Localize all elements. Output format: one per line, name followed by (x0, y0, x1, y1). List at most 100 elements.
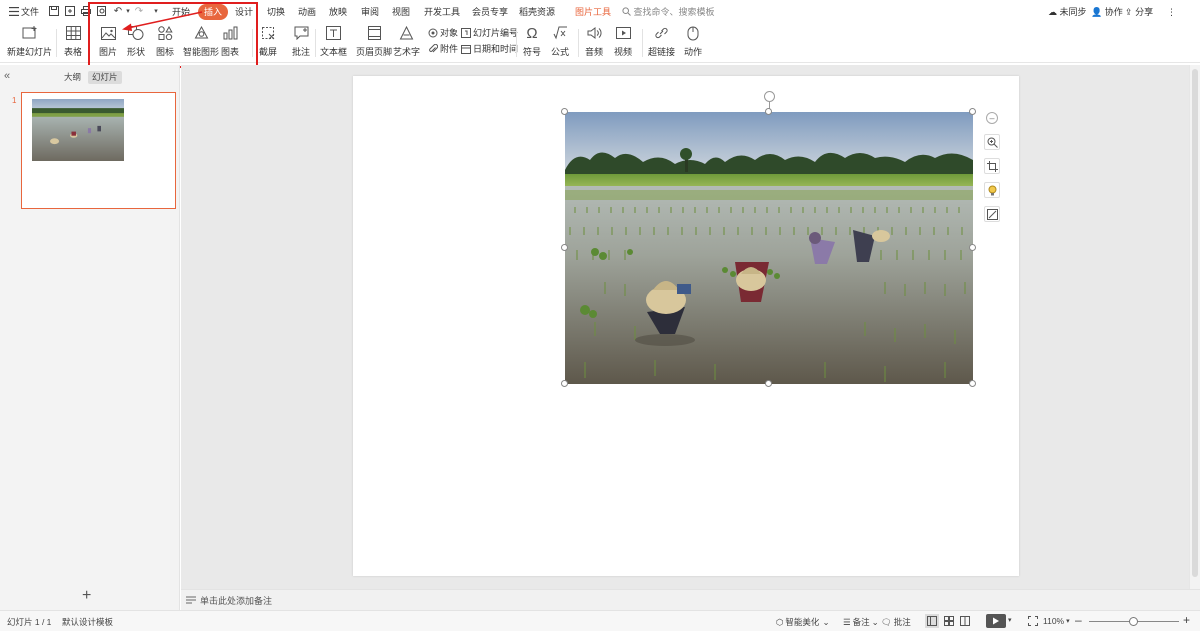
tab-transitions[interactable]: 切换 (267, 4, 285, 20)
sync-status[interactable]: ☁ 未同步 (1048, 4, 1087, 20)
tab-picture-tools[interactable]: 图片工具 (575, 4, 611, 20)
picture-float-toolbar: – (984, 112, 1002, 230)
hyperlink-label: 超链接 (648, 47, 676, 57)
comment-label: 批注 (292, 47, 311, 57)
tab-outline[interactable]: 大纲 (60, 71, 85, 84)
resize-handle[interactable] (765, 380, 772, 387)
chart-button[interactable]: 图表 (221, 24, 239, 60)
header-footer-icon (365, 24, 383, 42)
audio-button[interactable]: 音频 (585, 24, 603, 60)
slide-number-button[interactable]: 幻灯片编号 (461, 26, 518, 40)
object-button[interactable]: 对象 (428, 26, 458, 40)
resize-handle[interactable] (969, 108, 976, 115)
tab-review[interactable]: 审阅 (361, 4, 379, 20)
smart-beautify-label: 智能美化 (785, 617, 820, 627)
attachment-button[interactable]: 附件 (428, 42, 458, 56)
save-icon[interactable] (48, 5, 60, 17)
resize-handle[interactable] (561, 108, 568, 115)
notes-toggle-button[interactable]: ☰ 备注 ⌄ (843, 616, 879, 628)
scrollbar-thumb[interactable] (1192, 69, 1198, 577)
sync-label: 未同步 (1059, 7, 1087, 17)
tab-design[interactable]: 设计 (235, 4, 253, 20)
slide-number-label: 幻灯片编号 (473, 28, 519, 38)
print-preview-icon[interactable] (96, 5, 108, 17)
symbol-button[interactable]: Ω 符号 (523, 24, 541, 60)
zoom-level[interactable]: 110% ▾ (1043, 616, 1070, 626)
formula-button[interactable]: 公式 (551, 24, 569, 60)
design-template-name[interactable]: 默认设计模板 (62, 616, 113, 628)
collapse-toolbar-icon[interactable]: – (986, 112, 998, 124)
divider (56, 29, 57, 57)
picture-border-icon[interactable] (984, 206, 1000, 222)
wordart-button[interactable]: 艺术字 (393, 24, 420, 60)
video-button[interactable]: 视频 (614, 24, 632, 60)
notes-toggle-label: 备注 (852, 617, 870, 627)
crop-icon[interactable] (984, 158, 1000, 174)
vertical-scrollbar[interactable] (1189, 65, 1200, 589)
resize-handle[interactable] (969, 244, 976, 251)
slide-thumbnail[interactable] (21, 92, 176, 209)
zoom-dropdown-icon: ▾ (1066, 618, 1070, 625)
resize-handle[interactable] (561, 380, 568, 387)
share-button[interactable]: ⇪ 分享 (1125, 4, 1153, 20)
screenshot-button[interactable]: 截屏 (259, 24, 277, 60)
tab-docer-resources[interactable]: 稻壳资源 (519, 4, 555, 20)
new-slide-button[interactable]: 新建幻灯片 (7, 24, 52, 60)
calendar-icon (461, 44, 471, 54)
play-options-dropdown-icon[interactable]: ▾ (1008, 616, 1012, 624)
search-command-input[interactable]: 查找命令、搜索模板 (622, 5, 715, 19)
fit-to-window-icon[interactable] (1026, 614, 1040, 628)
resize-handle[interactable] (561, 244, 568, 251)
tab-view[interactable]: 视图 (392, 4, 410, 20)
notes-bar[interactable]: 单击此处添加备注 (181, 589, 1200, 610)
annotation-arrow (122, 11, 203, 31)
smartart-label: 智能图形 (183, 47, 220, 57)
tab-slides[interactable]: 幻灯片 (88, 71, 122, 84)
smart-beautify-button[interactable]: ⬡ 智能美化 ⌄ (776, 616, 830, 628)
print-icon[interactable] (80, 5, 92, 17)
comments-toggle-button[interactable]: 🗨 批注 (881, 616, 911, 628)
zoom-slider-knob[interactable] (1129, 617, 1138, 626)
comment-button[interactable]: 批注 (292, 24, 310, 60)
picture-effects-icon[interactable] (984, 182, 1000, 198)
file-menu[interactable]: 文件 (21, 4, 39, 20)
chart-icon (221, 24, 239, 42)
action-button[interactable]: 动作 (684, 24, 702, 60)
share-icon: ⇪ (1125, 7, 1133, 17)
zoom-in-button[interactable]: + (1183, 613, 1190, 627)
more-options-icon[interactable]: ⋮ (1167, 4, 1176, 20)
slide-sorter-icon[interactable] (942, 614, 956, 628)
rice-field-photo[interactable] (565, 112, 973, 384)
header-footer-button[interactable]: 页眉页脚 (356, 24, 392, 60)
date-time-button[interactable]: 日期和时间 (461, 42, 518, 56)
action-label: 动作 (684, 47, 703, 57)
tab-member[interactable]: 会员专享 (472, 4, 508, 20)
zoom-out-button[interactable]: – (1075, 613, 1082, 627)
play-slideshow-button[interactable] (986, 614, 1006, 628)
zoom-level-value: 110% (1043, 616, 1065, 626)
export-pdf-icon[interactable] (64, 5, 76, 17)
tab-developer[interactable]: 开发工具 (424, 4, 460, 20)
notes-icon (186, 596, 196, 604)
mouse-icon (684, 24, 702, 42)
textbox-button[interactable]: 文本框 (320, 24, 347, 60)
hyperlink-button[interactable]: 超链接 (648, 24, 675, 60)
table-button[interactable]: 表格 (64, 24, 82, 60)
chevron-down-icon: ⌄ (822, 616, 830, 627)
tab-slideshow[interactable]: 放映 (329, 4, 347, 20)
normal-view-icon[interactable] (925, 614, 939, 628)
tab-animations[interactable]: 动画 (298, 4, 316, 20)
slide[interactable]: – (353, 76, 1019, 576)
wordart-label: 艺术字 (393, 47, 421, 57)
resize-handle[interactable] (765, 108, 772, 115)
hamburger-menu-icon[interactable] (8, 5, 20, 17)
collapse-panel-icon[interactable]: « (4, 70, 10, 82)
rotate-handle-icon[interactable] (764, 91, 775, 102)
collaborate-button[interactable]: 👤 协作 (1091, 4, 1123, 20)
resize-handle[interactable] (969, 380, 976, 387)
add-slide-button[interactable]: + (82, 588, 91, 604)
collaborate-label: 协作 (1104, 7, 1123, 17)
reading-view-icon[interactable] (958, 614, 972, 628)
zoom-picture-icon[interactable] (984, 134, 1000, 150)
play-icon (993, 617, 999, 625)
